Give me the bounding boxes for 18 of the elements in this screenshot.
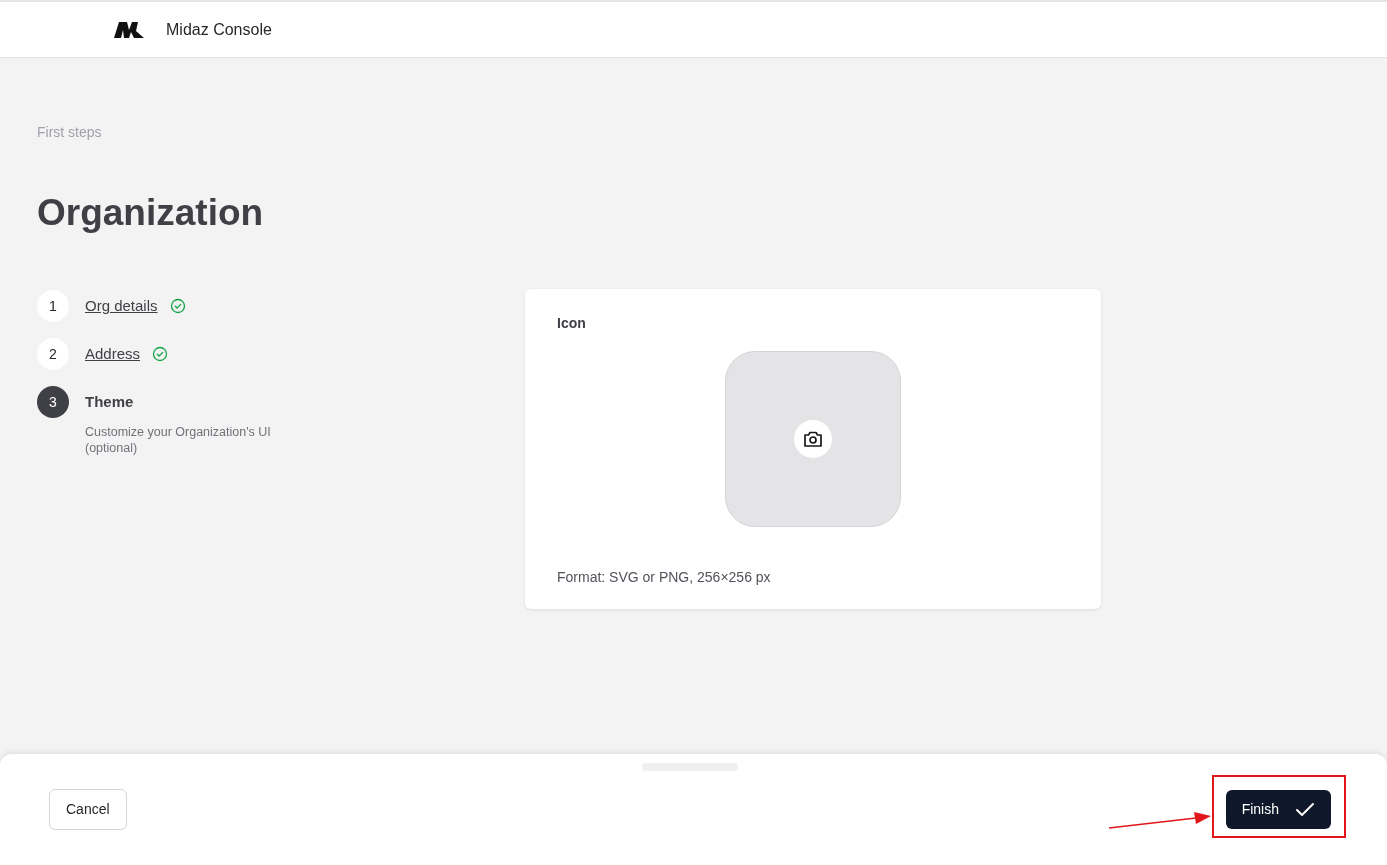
app-title: Midaz Console bbox=[166, 19, 272, 40]
step-link[interactable]: Address bbox=[85, 343, 141, 366]
step-link[interactable]: Theme bbox=[85, 391, 134, 414]
cancel-button[interactable]: Cancel bbox=[49, 789, 127, 830]
format-hint: Format: SVG or PNG, 256×256 px bbox=[557, 568, 772, 588]
breadcrumb: First steps bbox=[37, 123, 103, 142]
step-number: 3 bbox=[37, 386, 69, 419]
step-number: 2 bbox=[37, 338, 69, 371]
logo-icon bbox=[114, 21, 144, 38]
check-icon bbox=[1295, 801, 1315, 818]
camera-icon bbox=[803, 430, 823, 449]
page-title: Organization bbox=[37, 191, 265, 235]
finish-button[interactable]: Finish bbox=[1225, 790, 1331, 829]
camera-button[interactable] bbox=[794, 420, 832, 459]
step-link[interactable]: Org details bbox=[85, 295, 158, 318]
step-number: 1 bbox=[37, 290, 69, 323]
field-label: Icon bbox=[557, 314, 587, 334]
step-description: Customize your Organization's UI (optional) bbox=[85, 424, 272, 457]
